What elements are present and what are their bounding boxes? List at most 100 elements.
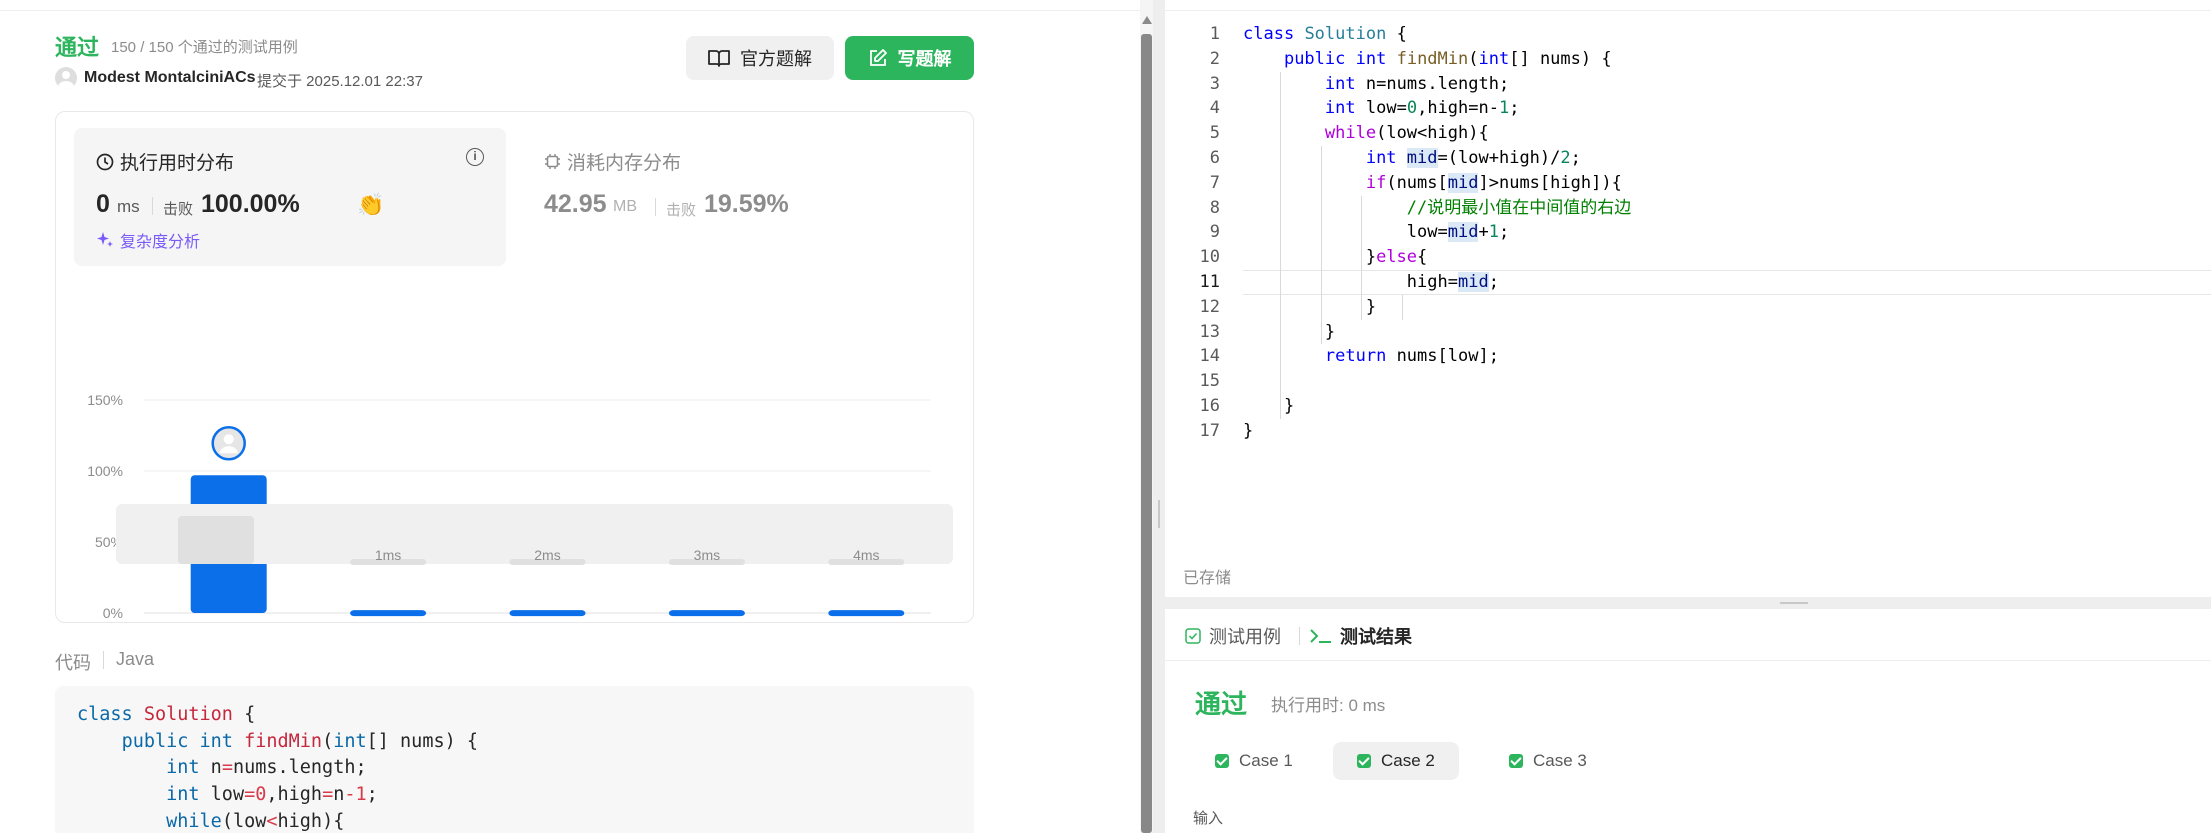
saved-status: 已存储 (1183, 568, 1232, 587)
line-text: high=mid; (1406, 271, 1499, 292)
case-tab-3[interactable]: Case 3 (1485, 742, 1611, 780)
user-name[interactable]: Modest MontalciniACs (84, 69, 256, 87)
overview-tick-label: 3ms (694, 547, 720, 563)
x-tick-label: 3ms (694, 620, 720, 622)
line-text: }else{ (1243, 247, 1428, 268)
line-text: int low=0,high=n-1; (1324, 98, 1520, 119)
terminal-icon (1310, 629, 1331, 643)
indent-guide (1402, 294, 1404, 320)
indent-guide (1320, 146, 1322, 345)
complexity-analysis-link[interactable]: 复杂度分析 (96, 228, 200, 252)
tab-test-result[interactable]: 测试结果 (1310, 623, 1412, 649)
code-line: while(low<high){ (166, 810, 345, 832)
left-scrollbar-thumb[interactable] (1141, 34, 1152, 833)
line-text: int n=nums.length; (1324, 73, 1510, 94)
testcase-summary: 150 / 150 个通过的测试用例 (111, 39, 298, 56)
horizontal-pane-divider[interactable] (1165, 597, 2211, 609)
line-number: 8 (1209, 197, 1220, 218)
submission-detail-panel: 通过 150 / 150 个通过的测试用例 Modest MontalciniA… (0, 0, 1140, 833)
submission-status: 通过 (55, 35, 100, 60)
memory-title-text: 消耗内存分布 (567, 153, 682, 174)
line-text: } (1243, 395, 1295, 416)
runtime-distribution-tab[interactable]: 执行用时分布 i 0 ms 击败 100.00% 👏 复杂度分析 (74, 128, 506, 266)
line-text: low=mid+1; (1406, 222, 1510, 243)
indent-guide (1361, 195, 1363, 320)
write-solution-button[interactable]: 写题解 (845, 36, 974, 80)
line-text: public int findMin(int[] nums) { (1283, 48, 1612, 69)
line-text: return nums[low]; (1324, 346, 1499, 367)
marker-avatar-head (223, 434, 234, 445)
check-icon (1357, 754, 1371, 768)
case-tab-2[interactable]: Case 2 (1333, 742, 1459, 780)
vertical-pane-divider[interactable] (1153, 0, 1165, 833)
performance-card: 执行用时分布 i 0 ms 击败 100.00% 👏 复杂度分析 消耗内存分布 … (55, 111, 974, 623)
overview-tick-label: 4ms (853, 547, 879, 563)
line-number: 14 (1199, 346, 1220, 367)
separator (1299, 627, 1300, 645)
submit-time: 提交于 2025.12.01 22:37 (257, 73, 423, 90)
bar-3ms (668, 610, 745, 617)
input-label: 输入 (1193, 810, 1224, 827)
line-number: 10 (1199, 247, 1220, 268)
runtime-unit: ms (117, 197, 140, 216)
runtime-title-text: 执行用时分布 (120, 153, 235, 174)
clock-icon (96, 153, 114, 170)
case-label: Case 3 (1533, 751, 1587, 770)
clap-hands-icon: 👏 (357, 192, 385, 217)
submitted-code-block: class Solution { public int findMin(int[… (55, 686, 974, 833)
case-label: Case 1 (1239, 751, 1293, 770)
runtime-distribution-chart: 0%50%100%150%1ms2ms3ms4ms1ms2ms3ms4ms (87, 392, 953, 622)
memory-beat-label: 击败 (666, 202, 697, 219)
memory-distribution-tab[interactable]: 消耗内存分布 (544, 148, 681, 175)
official-solution-button[interactable]: 官方题解 (686, 36, 834, 80)
editor-top-border (1165, 10, 2211, 11)
overview-bar-0ms (178, 516, 254, 564)
x-tick-label: 1ms (375, 620, 401, 622)
runtime-beat-percent: 100.00% (201, 190, 300, 218)
overview-tick-label: 1ms (375, 547, 401, 563)
code-line: int n=nums.length; (166, 757, 367, 779)
code-line: public int findMin(int[] nums) { (121, 730, 479, 752)
bar-1ms (350, 610, 427, 617)
sparkle-icon (97, 232, 113, 247)
line-number: 13 (1199, 321, 1220, 342)
line-number: 5 (1209, 123, 1220, 144)
code-line: class Solution { (77, 704, 256, 725)
tab-testcase-label: 测试用例 (1209, 627, 1281, 647)
code-editor[interactable]: 1 class Solution {2 public int findMin(in… (1165, 0, 2211, 597)
line-number: 12 (1199, 296, 1220, 317)
line-number: 1 (1209, 24, 1220, 44)
info-icon[interactable]: i (466, 148, 484, 166)
case-tab-1[interactable]: Case 1 (1191, 742, 1317, 780)
divider-grip-handle[interactable] (1158, 500, 1160, 528)
separator (655, 198, 656, 216)
x-tick-label: 2ms (534, 620, 560, 622)
line-text: //说明最小值在中间值的右边 (1406, 197, 1632, 218)
runtime-title: 执行用时分布 (96, 148, 234, 175)
book-icon (708, 50, 730, 67)
memory-unit: MB (613, 198, 637, 215)
tab-testcase[interactable]: 测试用例 (1185, 623, 1281, 649)
case-label: Case 2 (1381, 751, 1435, 770)
line-number: 6 (1209, 147, 1220, 168)
line-number: 4 (1209, 98, 1220, 119)
line-number: 3 (1209, 73, 1220, 94)
tab-test-result-label: 测试结果 (1340, 627, 1412, 647)
user-avatar[interactable] (55, 67, 77, 89)
scroll-up-arrow-icon[interactable] (1142, 16, 1152, 24)
chip-icon (545, 154, 560, 169)
check-icon (1215, 754, 1229, 768)
line-text: if(nums[mid]>nums[high]){ (1365, 172, 1622, 193)
line-number: 17 (1199, 420, 1220, 441)
memory-beat-percent: 19.59% (704, 190, 789, 218)
y-tick-label: 100% (87, 463, 123, 479)
code-language: Java (116, 649, 155, 669)
test-result-runtime: 执行用时: 0 ms (1271, 696, 1386, 715)
line-text: class Solution { (1243, 24, 1407, 44)
horizontal-divider-grip[interactable] (1780, 602, 1808, 604)
test-result-panel: 测试用例 测试结果 通过 执行用时: 0 ms Case 1 Case 2 Ca… (1165, 609, 2211, 833)
bar-4ms (828, 610, 905, 617)
y-tick-label: 150% (87, 392, 123, 408)
bottom-tab-bar: 测试用例 测试结果 (1165, 609, 2211, 661)
overview-tick-label: 2ms (534, 547, 560, 563)
